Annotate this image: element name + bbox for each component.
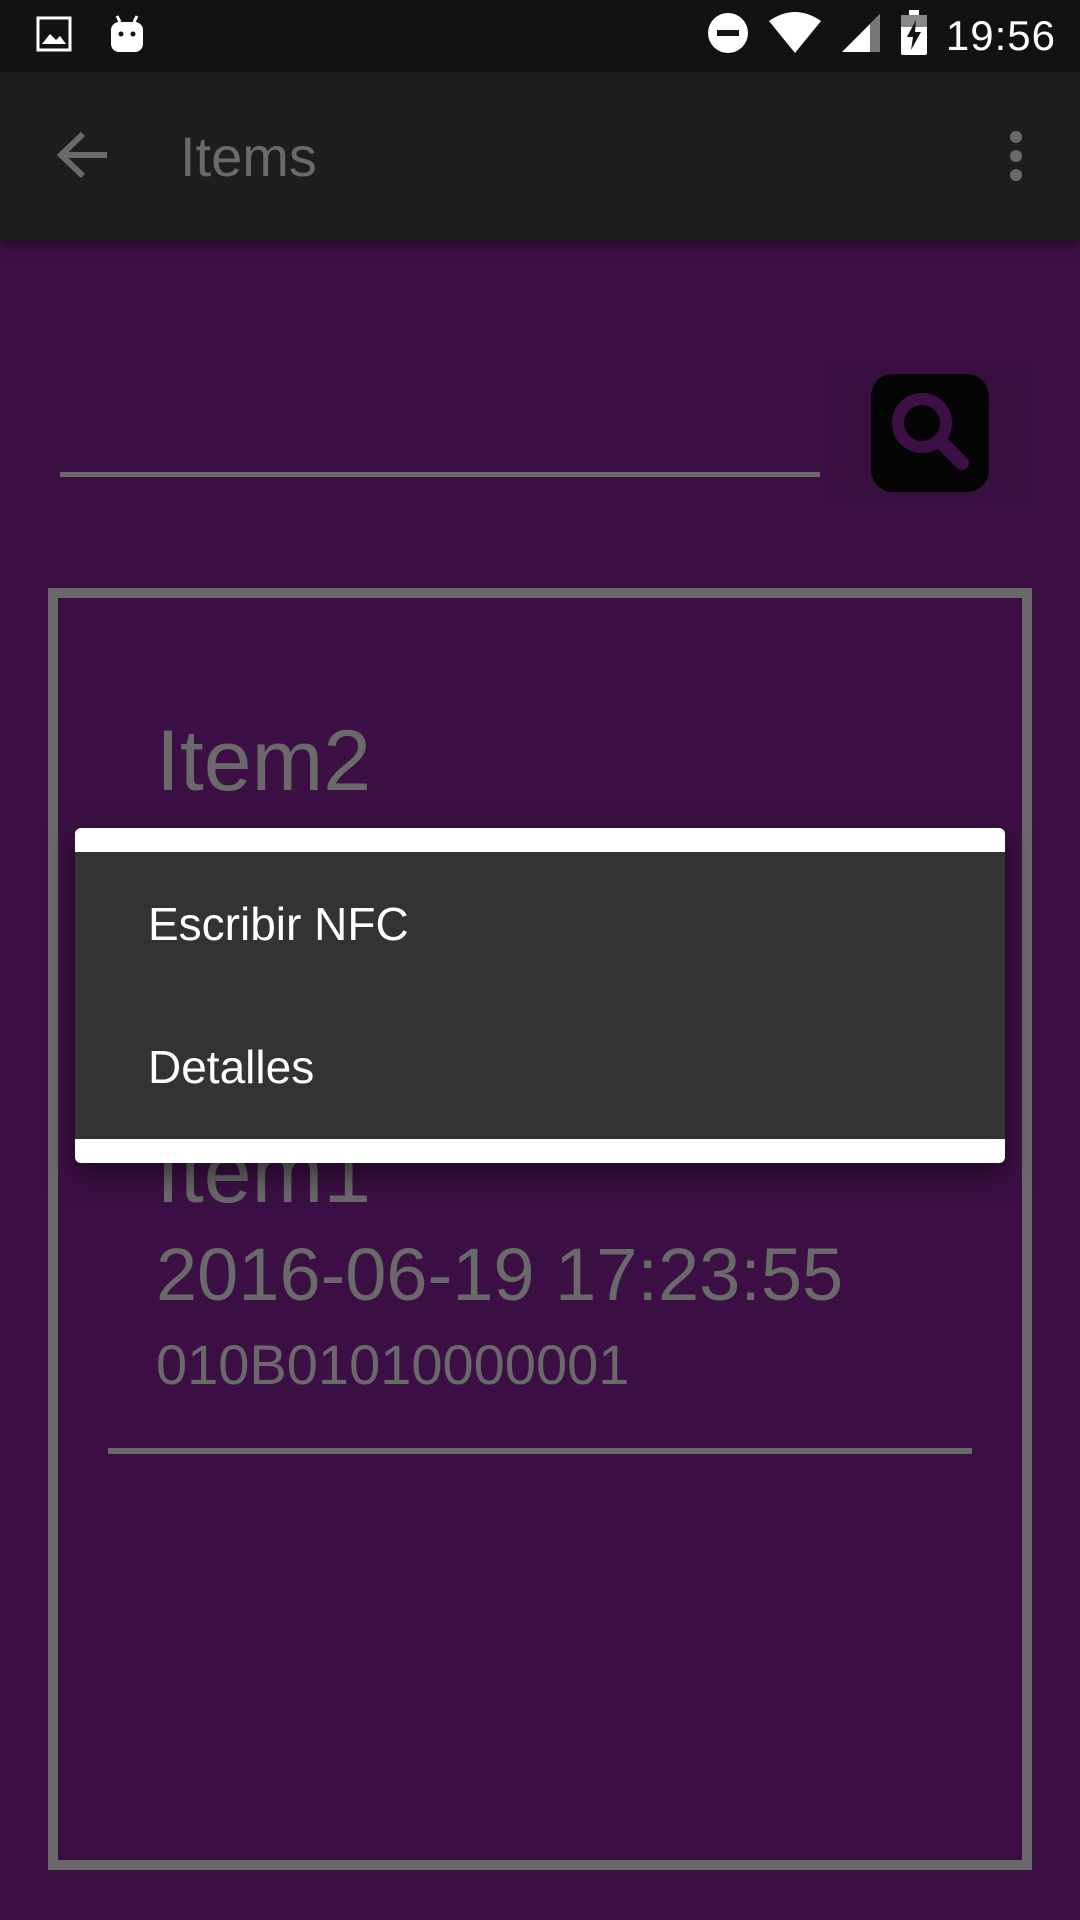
search-input[interactable] xyxy=(60,420,820,477)
context-menu: Escribir NFC Detalles xyxy=(75,828,1005,1163)
battery-charging-icon xyxy=(900,10,928,61)
back-button[interactable] xyxy=(50,124,116,190)
arrow-back-icon xyxy=(55,130,111,185)
app-bar: Items xyxy=(0,72,1080,240)
search-icon xyxy=(888,389,972,478)
page-title: Items xyxy=(180,125,317,188)
search-button-tile xyxy=(871,374,989,492)
gallery-icon xyxy=(36,16,72,57)
list-divider xyxy=(108,1448,972,1454)
status-right-icons: 19:56 xyxy=(706,10,1056,61)
overflow-menu-button[interactable] xyxy=(988,122,1044,194)
item-code: 010B01010000001 xyxy=(156,1333,630,1396)
status-left-icons xyxy=(36,14,146,59)
search-button[interactable] xyxy=(830,362,1030,504)
item-name[interactable]: Item2 xyxy=(156,712,371,811)
do-not-disturb-icon xyxy=(706,11,750,60)
android-icon xyxy=(108,14,146,59)
wifi-icon xyxy=(768,11,822,60)
menu-item-escribir-nfc[interactable]: Escribir NFC xyxy=(75,852,1005,995)
menu-item-detalles[interactable]: Detalles xyxy=(75,995,1005,1138)
status-time: 19:56 xyxy=(945,11,1056,59)
status-bar: 19:56 xyxy=(0,0,1080,72)
more-vert-icon xyxy=(1008,130,1024,187)
context-menu-list: Escribir NFC Detalles xyxy=(75,852,1005,1139)
item-date: 2016-06-19 17:23:55 xyxy=(156,1233,844,1316)
cell-signal-icon xyxy=(840,12,882,59)
